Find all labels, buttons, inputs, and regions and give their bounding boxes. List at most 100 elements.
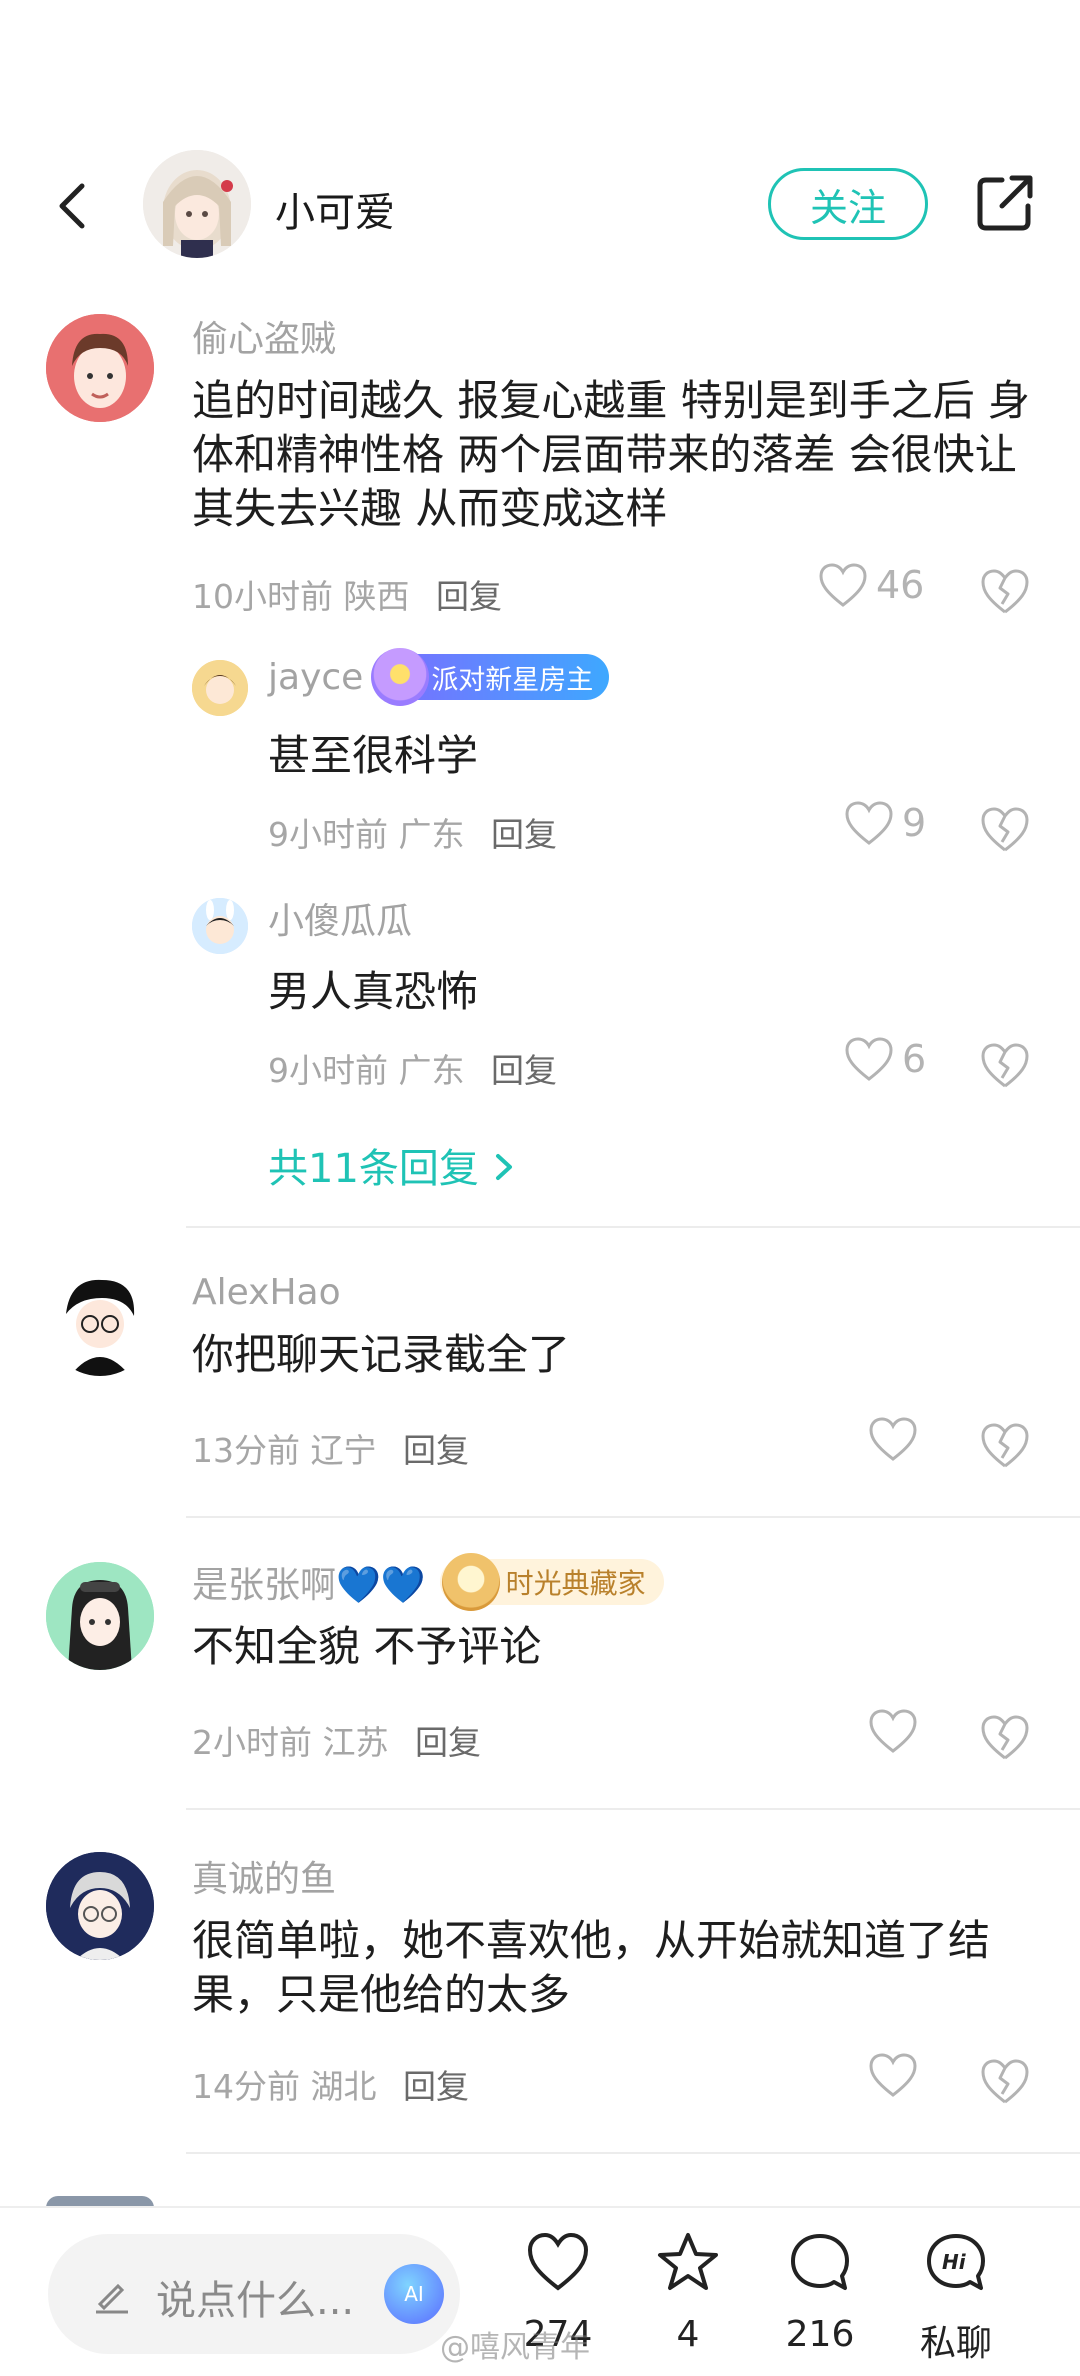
favorite-count: 4 <box>676 2314 700 2355</box>
comment-time: 13分前 <box>192 1431 300 1470</box>
like-button[interactable] <box>868 1416 926 1462</box>
commenter-avatar[interactable] <box>46 1852 154 1960</box>
author-avatar[interactable] <box>143 150 251 258</box>
reply-name: 小傻瓜瓜 <box>268 892 412 944</box>
private-chat-button[interactable]: Hi 私聊 <box>896 2230 1016 2366</box>
reply-meta: 9小时前 广东 回复 <box>268 1044 557 1092</box>
collector-badge: 时光典藏家 <box>439 1553 664 1611</box>
reply-avatar[interactable] <box>192 660 248 716</box>
reply-text: 男人真恐怖 <box>268 967 479 1016</box>
chat-bubble-icon <box>791 2234 849 2290</box>
commenter-avatar[interactable] <box>46 314 154 422</box>
reply-name: jayce 派对新星房主 <box>268 648 610 706</box>
comment-location: 辽宁 <box>310 1431 377 1470</box>
comment-text: 你把聊天记录截全了 <box>192 1330 571 1379</box>
input-placeholder: 说点什么... <box>156 2278 355 2324</box>
divider <box>186 1226 1080 1228</box>
divider <box>186 1516 1080 1518</box>
badge-label: 派对新星房主 <box>431 664 594 696</box>
commenter-name[interactable]: 真诚的鱼 <box>192 1850 336 1902</box>
heart-icon <box>869 2053 917 2097</box>
comment-meta: 13分前 辽宁 回复 <box>192 1424 469 1472</box>
reply-button[interactable]: 回复 <box>403 2067 469 2106</box>
comments-button[interactable]: 216 <box>760 2230 880 2355</box>
comment-text: 不知全貌 不予评论 <box>192 1622 542 1671</box>
share-icon[interactable] <box>972 170 1038 236</box>
reply-time: 9小时前 <box>268 1051 388 1090</box>
reply-avatar[interactable] <box>192 898 248 954</box>
reply-button[interactable]: 回复 <box>491 1051 557 1090</box>
reply-username[interactable]: jayce <box>268 657 363 698</box>
commenter-avatar[interactable] <box>46 1562 154 1670</box>
like-button[interactable] <box>868 1708 926 1754</box>
dislike-icon[interactable] <box>980 566 1030 616</box>
party-host-badge: 派对新星房主 <box>371 648 610 706</box>
pen-icon <box>96 2283 128 2314</box>
reply-button[interactable]: 回复 <box>415 1723 481 1762</box>
comment-location: 江苏 <box>322 1723 389 1762</box>
heart-icon <box>869 1709 917 1753</box>
reply-meta: 9小时前 广东 回复 <box>268 808 557 856</box>
more-replies-label: 共11条回复 <box>268 1146 479 1192</box>
badge-icon <box>441 1553 500 1611</box>
top-header: 小可爱 关注 <box>0 150 1080 260</box>
divider <box>186 2152 1080 2154</box>
dislike-icon[interactable] <box>980 1712 1030 1762</box>
like-count: 9 <box>902 801 927 845</box>
author-name: 小可爱 <box>275 190 395 236</box>
back-arrow-icon[interactable] <box>46 178 102 234</box>
dislike-icon[interactable] <box>980 2056 1030 2106</box>
dislike-icon[interactable] <box>980 804 1030 854</box>
reply-time: 9小时前 <box>268 815 388 854</box>
favorite-button[interactable]: 4 <box>628 2230 748 2355</box>
comment-time: 10小时前 <box>192 577 333 616</box>
comment-text: 很简单啦，她不喜欢他，从开始就知道了结果，只是他给的太多 <box>192 1916 991 2019</box>
svg-text:Hi: Hi <box>942 2250 967 2274</box>
heart-icon <box>527 2232 589 2291</box>
commenter-name-row: 是张张啊💙💙 时光典藏家 <box>192 1553 664 1611</box>
reply-location: 广东 <box>398 1051 465 1090</box>
heart-icon <box>845 1037 893 1081</box>
reply-text: 甚至很科学 <box>268 731 479 780</box>
badge-icon <box>371 648 430 706</box>
more-replies-link[interactable]: 共11条回复 <box>268 1136 516 1194</box>
comment-meta: 2小时前 江苏 回复 <box>192 1716 481 1764</box>
reply-username[interactable]: 小傻瓜瓜 <box>268 892 412 944</box>
badge-label: 时光典藏家 <box>505 1567 646 1600</box>
comment-meta: 14分前 湖北 回复 <box>192 2060 469 2108</box>
reply-button[interactable]: 回复 <box>436 577 502 616</box>
commenter-name[interactable]: AlexHao <box>192 1272 341 1313</box>
heart-icon <box>819 563 867 607</box>
star-icon <box>658 2233 718 2290</box>
comment-location: 湖北 <box>310 2067 377 2106</box>
comment-count: 216 <box>785 2314 855 2355</box>
ai-assistant-icon[interactable]: AI <box>384 2264 444 2324</box>
private-chat-label: 私聊 <box>919 2323 992 2364</box>
reply-button[interactable]: 回复 <box>403 1431 469 1470</box>
like-button[interactable]: 46 <box>818 562 924 608</box>
like-button[interactable] <box>868 2052 926 2098</box>
dislike-icon[interactable] <box>980 1040 1030 1090</box>
comment-input[interactable]: 说点什么... AI <box>48 2234 460 2354</box>
comment-location: 陕西 <box>343 577 410 616</box>
heart-icon <box>845 801 893 845</box>
like-button[interactable]: 6 <box>844 1036 926 1082</box>
comment-text: 追的时间越久 报复心越重 特别是到手之后 身体和精神性格 两个层面带来的落差 会… <box>192 376 1031 533</box>
divider <box>186 1808 1080 1810</box>
commenter-avatar[interactable] <box>46 1268 154 1376</box>
heart-icon <box>869 1417 917 1461</box>
chevron-right-icon <box>492 1148 516 1194</box>
commenter-name[interactable]: 偷心盗贼 <box>192 310 336 362</box>
commenter-name[interactable]: 是张张啊💙💙 <box>192 1556 426 1608</box>
follow-button[interactable]: 关注 <box>768 168 928 240</box>
reply-button[interactable]: 回复 <box>491 815 557 854</box>
hi-chat-icon: Hi <box>927 2234 985 2290</box>
dislike-icon[interactable] <box>980 1420 1030 1470</box>
comment-time: 14分前 <box>192 2067 300 2106</box>
comment-meta: 10小时前 陕西 回复 <box>192 570 502 618</box>
watermark: @嘻风青年 <box>440 2330 590 2365</box>
like-count: 46 <box>876 563 925 607</box>
like-button[interactable]: 9 <box>844 800 926 846</box>
reply-location: 广东 <box>398 815 465 854</box>
like-count: 6 <box>902 1037 927 1081</box>
